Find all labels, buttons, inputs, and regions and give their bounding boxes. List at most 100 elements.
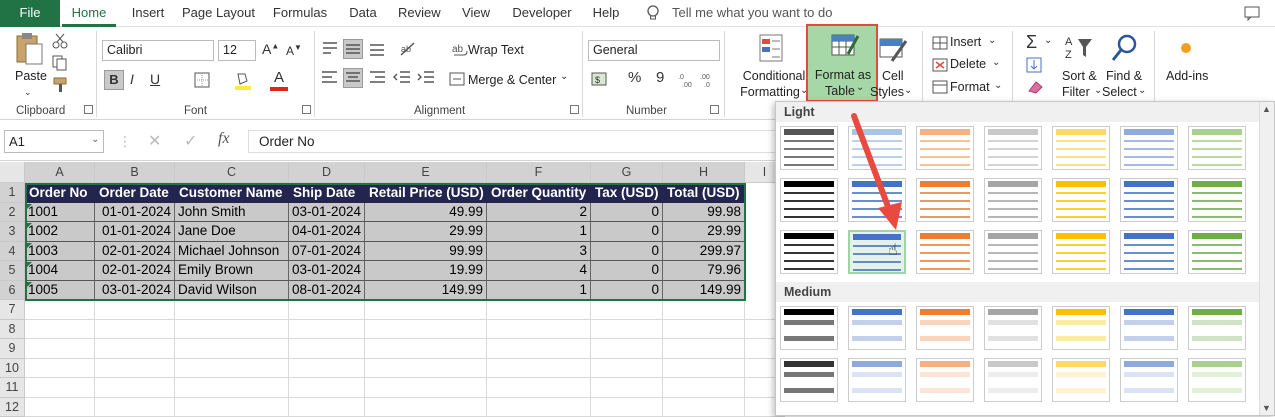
table-style-medium-swatch[interactable] <box>984 306 1042 350</box>
chevron-down-icon[interactable]: ⌄ <box>24 87 32 98</box>
empty-cell[interactable] <box>365 339 487 359</box>
conditional-formatting-line1[interactable]: Conditional <box>742 69 806 83</box>
table-cell[interactable]: 08-01-2024 <box>289 281 365 301</box>
table-cell[interactable]: 29.99 <box>365 222 487 242</box>
borders-icon[interactable] <box>194 72 210 88</box>
name-box[interactable]: A1 <box>4 130 104 153</box>
table-header-cell[interactable]: Order No <box>25 183 95 203</box>
table-header-cell[interactable]: Tax (USD) <box>591 183 663 203</box>
add-ins-button[interactable]: Add-ins <box>1166 69 1208 83</box>
table-cell[interactable]: 1005 <box>25 281 95 301</box>
table-style-medium-swatch[interactable] <box>916 306 974 350</box>
font-name-dropdown[interactable]: Calibri <box>102 40 214 61</box>
comma-style-button[interactable]: 9 <box>656 69 664 86</box>
table-style-medium-swatch[interactable] <box>1052 358 1110 402</box>
chevron-down-icon[interactable]: ⌄ <box>560 71 568 82</box>
wrap-text-icon[interactable]: ab <box>452 41 468 57</box>
empty-cell[interactable] <box>25 359 95 379</box>
insert-function-button[interactable]: fx <box>218 130 230 148</box>
chevron-down-icon[interactable]: ⌄ <box>992 57 1000 68</box>
table-style-medium-swatch[interactable] <box>916 358 974 402</box>
column-header[interactable]: E <box>365 162 487 183</box>
table-cell[interactable]: 1 <box>487 222 591 242</box>
table-header-cell[interactable]: Total (USD) <box>663 183 745 203</box>
gallery-scrollbar[interactable]: ▲ ▼ <box>1259 102 1274 415</box>
table-style-light-swatch[interactable] <box>1052 126 1110 170</box>
font-color-icon[interactable]: A <box>270 69 288 91</box>
tab-insert[interactable]: Insert <box>128 0 168 27</box>
table-cell[interactable]: 19.99 <box>365 261 487 281</box>
empty-cell[interactable] <box>365 320 487 340</box>
table-style-medium-swatch[interactable] <box>780 358 838 402</box>
scroll-up-icon[interactable]: ▲ <box>1262 104 1271 114</box>
table-style-light-swatch[interactable] <box>984 230 1042 274</box>
empty-cell[interactable] <box>25 320 95 340</box>
column-header[interactable]: D <box>289 162 365 183</box>
fill-icon[interactable] <box>1026 57 1044 73</box>
delete-cells-button[interactable]: Delete <box>950 57 986 71</box>
find-select-icon[interactable] <box>1110 33 1138 63</box>
table-style-light-swatch[interactable] <box>984 126 1042 170</box>
tab-view[interactable]: View <box>460 0 492 27</box>
grow-font-icon[interactable]: A▲ <box>262 41 279 57</box>
empty-cell[interactable] <box>175 359 289 379</box>
font-launcher-icon[interactable] <box>302 105 311 114</box>
empty-cell[interactable] <box>591 398 663 417</box>
empty-cell[interactable] <box>487 398 591 417</box>
align-center-icon[interactable] <box>343 68 363 88</box>
row-header[interactable]: 9 <box>0 339 25 359</box>
table-cell[interactable]: 0 <box>591 261 663 281</box>
conditional-formatting-icon[interactable] <box>758 33 786 63</box>
empty-cell[interactable] <box>487 300 591 320</box>
empty-cell[interactable] <box>175 300 289 320</box>
table-cell[interactable]: 03-01-2024 <box>95 281 175 301</box>
conditional-formatting-line2[interactable]: Formatting <box>738 85 802 99</box>
empty-cell[interactable] <box>95 359 175 379</box>
empty-cell[interactable] <box>289 339 365 359</box>
format-painter-icon[interactable] <box>52 77 68 93</box>
row-header[interactable]: 4 <box>0 242 25 262</box>
table-style-medium-swatch[interactable] <box>848 306 906 350</box>
table-style-medium-swatch[interactable] <box>1120 306 1178 350</box>
table-cell[interactable]: David Wilson <box>175 281 289 301</box>
table-header-cell[interactable]: Ship Date <box>289 183 365 203</box>
empty-cell[interactable] <box>95 339 175 359</box>
empty-cell[interactable] <box>175 398 289 417</box>
increase-indent-icon[interactable] <box>416 68 436 88</box>
table-style-medium-swatch[interactable] <box>848 358 906 402</box>
table-cell[interactable]: 79.96 <box>663 261 745 281</box>
chevron-down-icon[interactable]: ⌄ <box>904 85 912 96</box>
table-style-light-swatch[interactable] <box>1120 230 1178 274</box>
table-style-medium-swatch[interactable] <box>984 358 1042 402</box>
empty-cell[interactable] <box>663 339 745 359</box>
table-header-cell[interactable]: Customer Name <box>175 183 289 203</box>
row-header[interactable]: 2 <box>0 203 25 223</box>
autosum-icon[interactable]: Σ <box>1026 32 1037 53</box>
chevron-down-icon[interactable]: ⌄ <box>1044 35 1052 46</box>
column-header[interactable]: B <box>95 162 175 183</box>
merge-center-icon[interactable] <box>449 71 465 87</box>
column-header[interactable]: A <box>25 162 95 183</box>
worksheet-grid[interactable]: ABCDEFGHI123456789101112Order NoOrder Da… <box>0 162 775 416</box>
table-style-light-swatch[interactable] <box>1188 126 1246 170</box>
empty-cell[interactable] <box>591 339 663 359</box>
orientation-icon[interactable]: ab <box>398 39 420 59</box>
tab-file[interactable]: File <box>0 0 60 27</box>
table-cell[interactable]: 99.98 <box>663 203 745 223</box>
table-cell[interactable]: 1004 <box>25 261 95 281</box>
empty-cell[interactable] <box>663 320 745 340</box>
empty-cell[interactable] <box>25 378 95 398</box>
row-header[interactable]: 8 <box>0 320 25 340</box>
table-style-light-swatch[interactable] <box>1188 230 1246 274</box>
row-header[interactable]: 6 <box>0 281 25 301</box>
tab-page-layout[interactable]: Page Layout <box>182 0 254 27</box>
insert-cells-icon[interactable] <box>932 35 948 51</box>
column-header[interactable]: H <box>663 162 745 183</box>
table-cell[interactable]: 02-01-2024 <box>95 261 175 281</box>
table-cell[interactable]: 04-01-2024 <box>289 222 365 242</box>
cancel-icon[interactable]: ✕ <box>148 131 161 151</box>
scroll-down-icon[interactable]: ▼ <box>1262 403 1271 413</box>
empty-cell[interactable] <box>289 359 365 379</box>
table-cell[interactable]: 02-01-2024 <box>95 242 175 262</box>
table-style-medium-swatch[interactable] <box>1120 358 1178 402</box>
